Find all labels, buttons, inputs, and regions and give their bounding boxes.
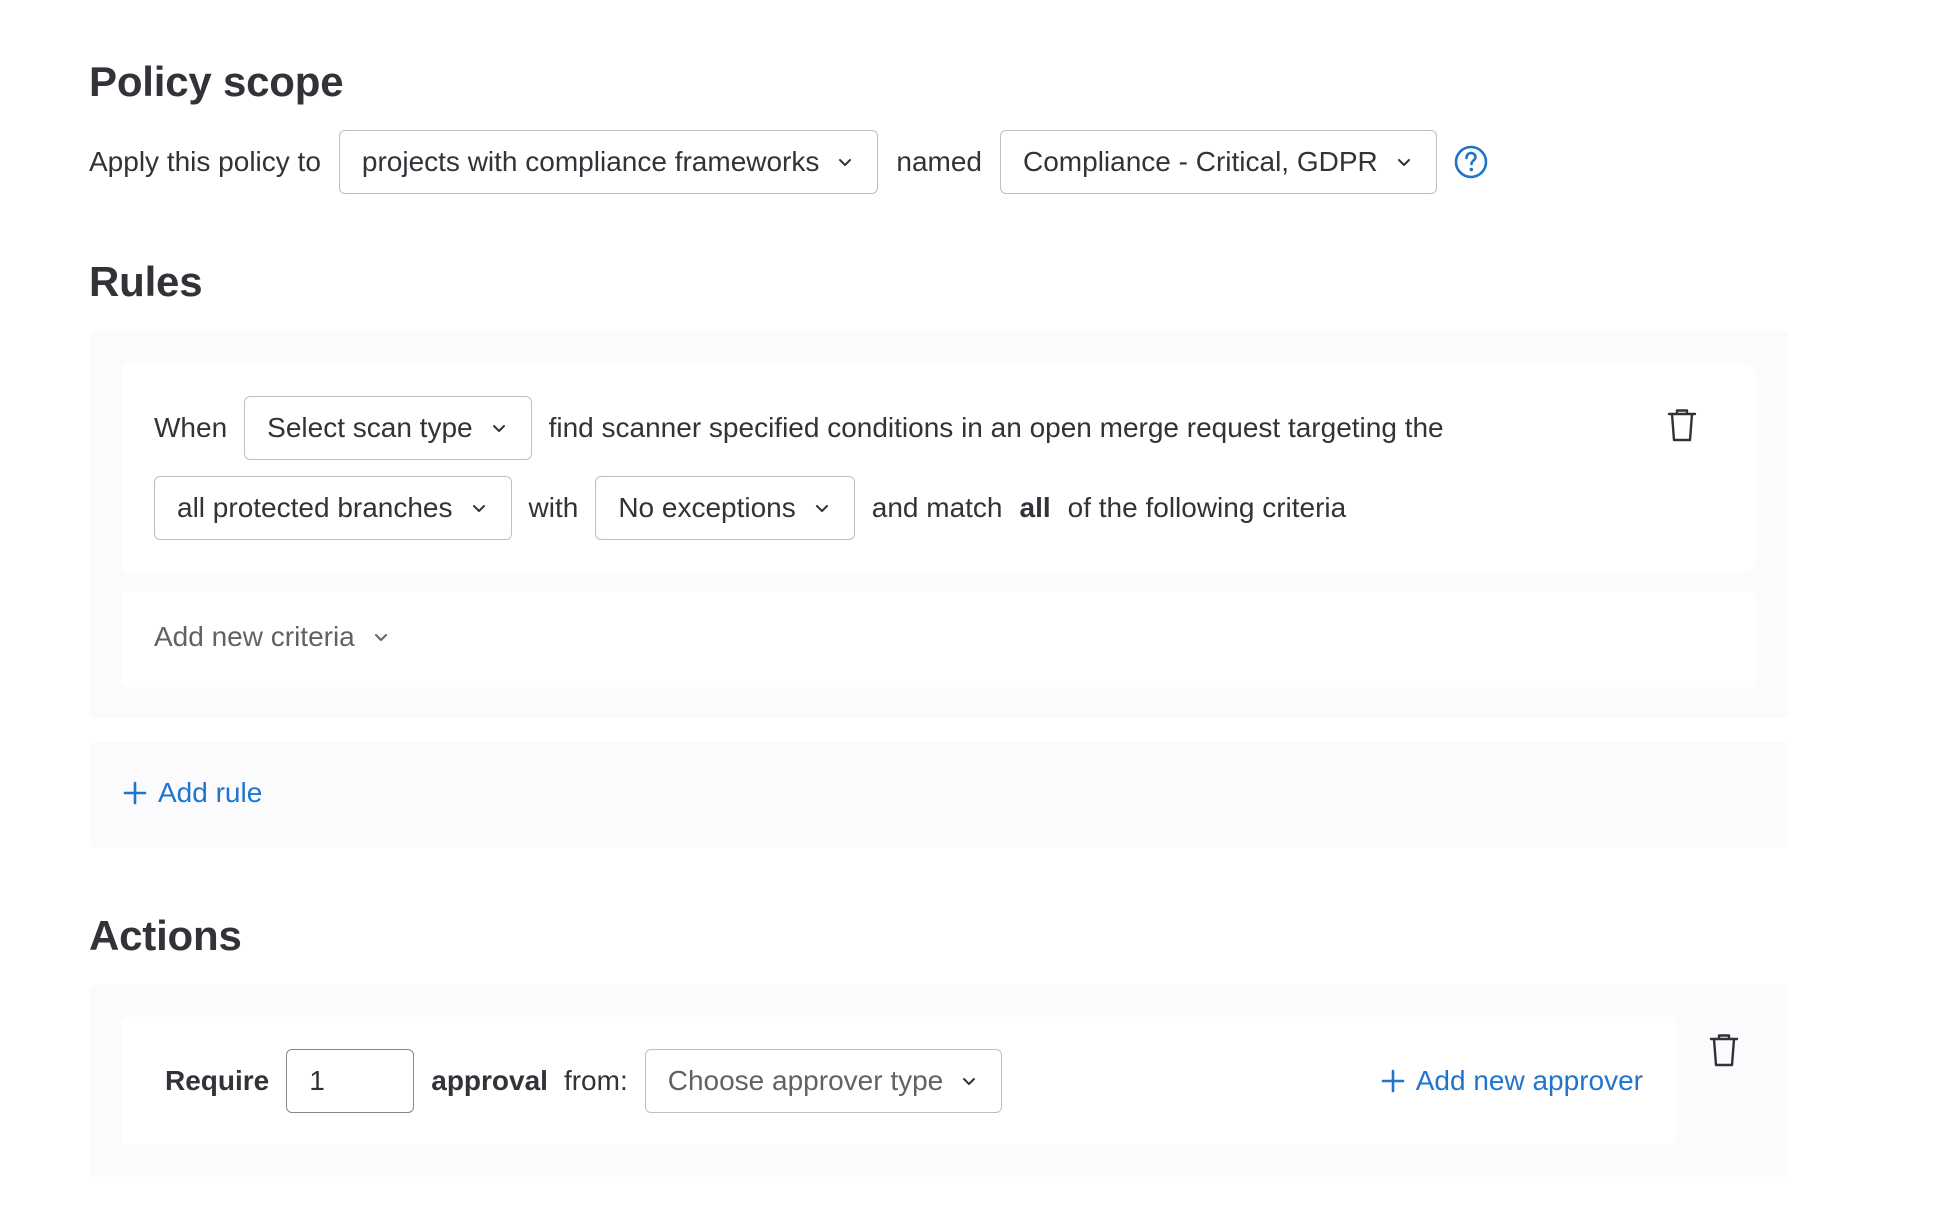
match-suffix-text: of the following criteria [1067, 492, 1347, 523]
branches-value: all protected branches [177, 492, 453, 523]
action-card: Require 1 approval from: Choose approver… [121, 1017, 1676, 1145]
actions-title: Actions [89, 912, 242, 959]
add-approver-label: Add new approver [1415, 1065, 1643, 1096]
delete-action-trash-icon[interactable] [1707, 1032, 1741, 1068]
question-circle-icon[interactable] [1453, 144, 1489, 180]
approvals-count-input[interactable]: 1 [286, 1049, 415, 1113]
add-rule-panel: Add rule [89, 742, 1788, 848]
plus-icon [1380, 1068, 1406, 1094]
plus-icon [122, 780, 148, 806]
approver-type-dropdown[interactable]: Choose approver type [644, 1049, 1003, 1113]
add-approver-button[interactable]: Add new approver [1380, 1049, 1643, 1113]
rule-condition-text: find scanner specified conditions in an … [548, 412, 1444, 443]
delete-rule-trash-icon[interactable] [1665, 407, 1699, 443]
approval-label: approval [431, 1065, 548, 1096]
apply-policy-label: Apply this policy to [89, 146, 321, 177]
add-rule-button[interactable]: Add rule [122, 777, 262, 809]
policy-scope-title: Policy scope [89, 58, 344, 105]
exceptions-value: No exceptions [618, 492, 796, 523]
chevron-down-icon [371, 627, 391, 647]
match-prefix-text: and match [871, 492, 1003, 523]
when-label: When [154, 412, 228, 443]
approvals-count-value: 1 [309, 1065, 325, 1096]
policy-scope-type-dropdown[interactable]: projects with compliance frameworks [338, 130, 879, 194]
rule-card: When Select scan type find scanner speci… [121, 364, 1756, 572]
add-criteria-card: Add new criteria [121, 591, 1756, 687]
chevron-down-icon [489, 418, 509, 438]
rule-line-2: all protected branches with No exception… [154, 476, 1346, 540]
chevron-down-icon [469, 498, 489, 518]
named-label: named [896, 146, 983, 177]
add-criteria-dropdown[interactable]: Add new criteria [154, 621, 391, 653]
chevron-down-icon [959, 1071, 979, 1091]
chevron-down-icon [1394, 152, 1414, 172]
approval-row: Require 1 approval from: Choose approver… [165, 1049, 1003, 1113]
rule-line-1: When Select scan type find scanner speci… [154, 396, 1444, 460]
exceptions-dropdown[interactable]: No exceptions [595, 476, 855, 540]
add-rule-label: Add rule [158, 777, 263, 808]
policy-editor: Policy scope Apply this policy to projec… [0, 0, 1944, 1224]
chevron-down-icon [835, 152, 855, 172]
scan-type-dropdown[interactable]: Select scan type [244, 396, 532, 460]
branches-dropdown[interactable]: all protected branches [154, 476, 512, 540]
rule-panel: When Select scan type find scanner speci… [89, 331, 1788, 718]
compliance-framework-dropdown[interactable]: Compliance - Critical, GDPR [1000, 130, 1437, 194]
compliance-framework-value: Compliance - Critical, GDPR [1023, 146, 1378, 177]
add-criteria-label: Add new criteria [154, 621, 355, 652]
with-label: with [528, 492, 579, 523]
approver-type-placeholder: Choose approver type [667, 1065, 944, 1096]
scan-type-value: Select scan type [267, 412, 473, 443]
policy-scope-type-value: projects with compliance frameworks [361, 146, 820, 177]
require-label: Require [165, 1065, 270, 1096]
action-panel: Require 1 approval from: Choose approver… [89, 985, 1788, 1177]
policy-scope-row: Apply this policy to projects with compl… [89, 130, 1489, 194]
rules-title: Rules [89, 258, 203, 305]
chevron-down-icon [812, 498, 832, 518]
match-mode-value: all [1019, 492, 1051, 523]
from-label: from: [563, 1065, 628, 1096]
